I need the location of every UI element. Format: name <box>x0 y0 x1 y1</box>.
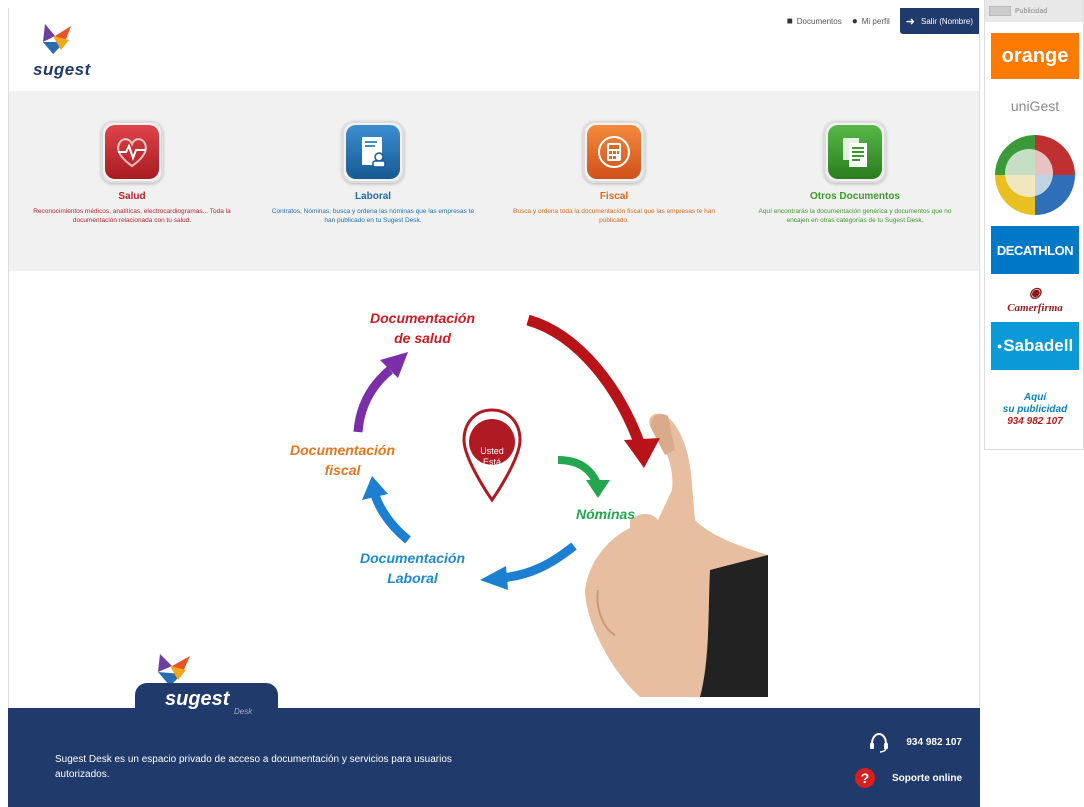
heartbeat-icon <box>117 138 147 168</box>
pin-label: Usted Está aquí <box>460 446 524 479</box>
ad-decathlon-label: DECATHLON <box>996 242 1074 258</box>
pin-label-line2: Está <box>482 457 501 467</box>
cycle-label-laboral: Documentación Laboral <box>360 548 465 588</box>
document-cycle-diagram <box>353 314 768 697</box>
headset-icon <box>868 731 890 753</box>
nav-profile-label: Mi perfil <box>861 16 890 26</box>
ad-orange[interactable]: orange <box>991 33 1079 79</box>
ads-header-label: Publicidad <box>1015 7 1048 15</box>
footer-description: Sugest Desk es un espacio privado de acc… <box>55 754 452 780</box>
fiscal-title: Fiscal <box>599 191 629 202</box>
ad-sabadell[interactable]: ● Sabadell <box>991 322 1079 370</box>
help-icon: ? <box>854 767 876 789</box>
cycle-label-laboral-line1: Documentación <box>360 550 466 566</box>
cycle-label-salud-line1: Documentación <box>370 310 476 326</box>
camerfirma-seal-icon: ◉ <box>1028 285 1042 301</box>
nav-profile[interactable]: ● Mi perfil <box>852 16 890 27</box>
cycle-label-fiscal-line1: Documentación <box>290 442 396 458</box>
ad-sabadell-label: Sabadell <box>1003 336 1074 355</box>
cycle-label-nominas: Nóminas <box>576 506 636 522</box>
green-arrow <box>557 456 610 498</box>
salud-tile[interactable] <box>101 121 163 183</box>
ad-orange-label: orange <box>1001 44 1069 67</box>
category-otros[interactable]: Otros Documentos Aquí encontrarás la doc… <box>740 121 970 225</box>
ad-unigest-label: uniGest <box>1010 98 1060 114</box>
fiscal-tile[interactable] <box>583 121 645 183</box>
footer-logo-text: sugest <box>165 688 230 710</box>
pointing-hand-image <box>585 413 768 697</box>
user-icon: ● <box>851 15 858 27</box>
ad-promo-line3: 934 982 107 <box>1007 416 1063 427</box>
ad-promo[interactable]: Aquí su publicidad 934 982 107 <box>991 374 1079 446</box>
logout-label: Salir (Nombre) <box>920 16 973 26</box>
blue-arrow-left <box>362 476 411 544</box>
online-support-label: Soporte online <box>892 772 962 784</box>
contact-phone-number: 934 982 107 <box>906 736 962 748</box>
cycle-label-salud-line2: de salud <box>394 330 451 346</box>
ad-decathlon[interactable]: DECATHLON <box>991 226 1079 274</box>
pin-label-line3: aquí <box>483 468 501 478</box>
ad-promo-line1: Aquí <box>1023 392 1047 403</box>
sabadell-mark-icon: ● <box>996 341 1003 351</box>
fiscal-description: Busca y ordena toda la documentación fis… <box>513 208 715 224</box>
nav-documents-label: Documentos <box>796 16 842 26</box>
id-card-icon <box>362 137 386 168</box>
ads-toggle-icon[interactable] <box>989 6 1011 16</box>
category-band: Salud Reconocimientos médicos, analítica… <box>9 91 979 271</box>
laboral-description: Contratos, Nóminas, busca y ordena las n… <box>271 208 475 224</box>
otros-description: Aquí encontrarás la documentación genéri… <box>758 208 952 224</box>
ad-globe[interactable] <box>991 133 1079 217</box>
logo-text: sugest <box>33 60 91 79</box>
cycle-label-fiscal: Documentación fiscal <box>290 440 395 480</box>
category-laboral[interactable]: Laboral Contratos, Nóminas, busca y orde… <box>258 121 488 225</box>
category-fiscal[interactable]: Fiscal Busca y ordena toda la documentac… <box>499 121 729 225</box>
category-salud[interactable]: Salud Reconocimientos médicos, analítica… <box>17 121 247 225</box>
cycle-label-salud: Documentación de salud <box>370 308 475 348</box>
cycle-label-laboral-line2: Laboral <box>387 570 438 586</box>
salud-title: Salud <box>118 191 146 202</box>
globe-flags-icon <box>995 135 1075 215</box>
sugest-logo[interactable]: sugest <box>31 22 121 82</box>
calculator-icon <box>598 136 630 168</box>
documents-icon <box>843 138 867 167</box>
laboral-title: Laboral <box>354 191 392 202</box>
otros-title: Otros Documentos <box>809 191 900 202</box>
ad-promo-line2: su publicidad <box>1002 404 1068 415</box>
folder-icon: ■ <box>786 15 793 27</box>
logout-button[interactable]: ➜ Salir (Nombre) <box>899 8 979 34</box>
pin-label-line1: Usted <box>480 446 504 456</box>
sugest-star-icon <box>43 24 71 54</box>
ad-camerfirma[interactable]: ◉ Camerfirma <box>991 278 1079 320</box>
logout-icon: ➜ <box>905 15 915 28</box>
ad-unigest[interactable]: uniGest <box>991 86 1079 126</box>
ads-sidebar: Publicidad orange uniGest DECATHLON ◉ Ca… <box>984 0 1084 450</box>
online-support-link[interactable]: ? Soporte online <box>854 767 962 789</box>
red-arrow <box>526 314 660 468</box>
nav-documents[interactable]: ■ Documentos <box>787 16 842 27</box>
blue-arrow-right <box>480 542 577 590</box>
purple-arrow <box>353 352 408 433</box>
top-nav: ■ Documentos ● Mi perfil ➜ Salir (Nombre… <box>787 8 979 34</box>
cycle-label-fiscal-line2: fiscal <box>324 462 361 478</box>
ads-header: Publicidad <box>985 0 1083 22</box>
laboral-tile[interactable] <box>342 121 404 183</box>
salud-description: Reconocimientos médicos, analíticas, ele… <box>33 208 231 224</box>
ad-camerfirma-label: Camerfirma <box>1007 301 1063 314</box>
svg-text:?: ? <box>861 770 870 786</box>
contact-phone[interactable]: 934 982 107 <box>868 731 962 753</box>
otros-tile[interactable] <box>824 121 886 183</box>
footer-logo-subtext: Desk <box>234 707 253 716</box>
